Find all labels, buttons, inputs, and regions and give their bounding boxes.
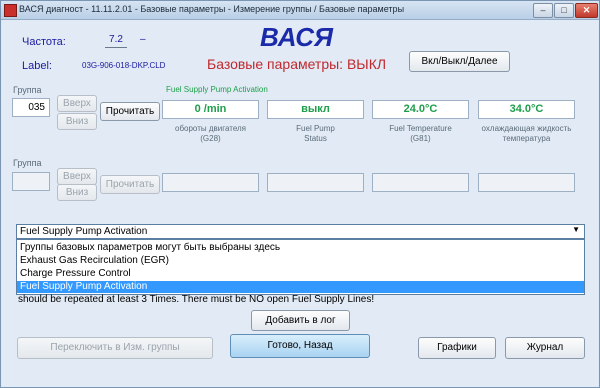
- dropdown-option[interactable]: Группы базовых параметров могут быть выб…: [17, 242, 584, 254]
- caption-line-1: Fuel Pump: [296, 124, 335, 133]
- group1-read-button[interactable]: Прочитать: [100, 102, 160, 121]
- graphs-button[interactable]: Графики: [418, 337, 496, 359]
- title-bar: ВАСЯ диагност - 11.11.2.01 - Базовые пар…: [1, 1, 599, 20]
- caption-line-2: Status: [304, 134, 327, 143]
- dropdown-option[interactable]: Charge Pressure Control: [17, 268, 584, 280]
- caption-line-1: охлаждающая жидкость: [481, 124, 572, 133]
- window-title: ВАСЯ диагност - 11.11.2.01 - Базовые пар…: [19, 4, 405, 14]
- group1-field-2-value: выкл: [267, 100, 364, 119]
- group1-label: Группа: [13, 85, 42, 95]
- add-to-log-button[interactable]: Добавить в лог: [251, 310, 350, 331]
- dropdown-option-selected[interactable]: Fuel Supply Pump Activation: [17, 281, 584, 293]
- group2-down-button[interactable]: Вниз: [57, 184, 97, 201]
- caption-line-2: температура: [502, 134, 551, 143]
- frequency-value: 7.2: [105, 34, 127, 48]
- content-area: Частота: 7.2 – ВАСЯ Label: 03G-906-018-D…: [2, 20, 598, 387]
- caption-line-2: (G28): [200, 134, 221, 143]
- group2-field-1: [162, 173, 259, 192]
- frequency-unit: –: [140, 34, 146, 45]
- group1-field-3-caption: Fuel Temperature (G81): [372, 124, 469, 144]
- close-icon[interactable]: ✕: [575, 3, 598, 18]
- basic-settings-status: Базовые параметры: ВЫКЛ: [207, 56, 387, 72]
- done-back-button[interactable]: Готово, Назад: [230, 334, 370, 358]
- frequency-label: Частота:: [22, 36, 66, 48]
- group2-field-2: [267, 173, 364, 192]
- chevron-down-icon[interactable]: ▼: [572, 225, 580, 234]
- maximize-icon[interactable]: □: [554, 3, 574, 18]
- main-window: ВАСЯ диагност - 11.11.2.01 - Базовые пар…: [0, 0, 600, 388]
- caption-line-2: (G81): [410, 134, 431, 143]
- app-icon: [4, 4, 17, 17]
- group1-field-4-value: 34.0°C: [478, 100, 575, 119]
- group1-field-1-caption: обороты двигателя (G28): [162, 124, 259, 144]
- label-caption: Label:: [22, 60, 52, 72]
- group1-number-input[interactable]: 035: [12, 98, 50, 117]
- group1-field-3-value: 24.0°C: [372, 100, 469, 119]
- group1-field-4-caption: охлаждающая жидкость температура: [478, 124, 575, 144]
- switch-to-measuring-groups-button[interactable]: Переключить в Изм. группы: [17, 337, 213, 359]
- caption-line-1: Fuel Temperature: [389, 124, 452, 133]
- basic-settings-dropdown[interactable]: Fuel Supply Pump Activation ▼: [16, 224, 585, 239]
- group2-read-button[interactable]: Прочитать: [100, 175, 160, 194]
- dropdown-list: Группы базовых параметров могут быть выб…: [16, 239, 585, 295]
- group1-down-button[interactable]: Вниз: [57, 113, 97, 130]
- group1-test-name: Fuel Supply Pump Activation: [166, 85, 268, 94]
- app-logo-text: ВАСЯ: [260, 22, 333, 52]
- label-value: 03G-906-018-DKP.CLD: [82, 61, 166, 70]
- group1-field-2-caption: Fuel Pump Status: [267, 124, 364, 144]
- group2-number-input[interactable]: [12, 172, 50, 191]
- group2-label: Группа: [13, 158, 42, 168]
- group1-up-button[interactable]: Вверх: [57, 95, 97, 112]
- group2-up-button[interactable]: Вверх: [57, 168, 97, 185]
- group1-field-1-value: 0 /min: [162, 100, 259, 119]
- dropdown-selected-value: Fuel Supply Pump Activation: [20, 226, 148, 237]
- dropdown-option[interactable]: Exhaust Gas Recirculation (EGR): [17, 255, 584, 267]
- minimize-icon[interactable]: –: [533, 3, 553, 18]
- caption-line-1: обороты двигателя: [175, 124, 246, 133]
- group2-field-4: [478, 173, 575, 192]
- toggle-next-button[interactable]: Вкл/Выкл/Далее: [409, 51, 510, 72]
- group2-field-3: [372, 173, 469, 192]
- instruction-text: should be repeated at least 3 Times. The…: [18, 294, 375, 305]
- journal-button[interactable]: Журнал: [505, 337, 585, 359]
